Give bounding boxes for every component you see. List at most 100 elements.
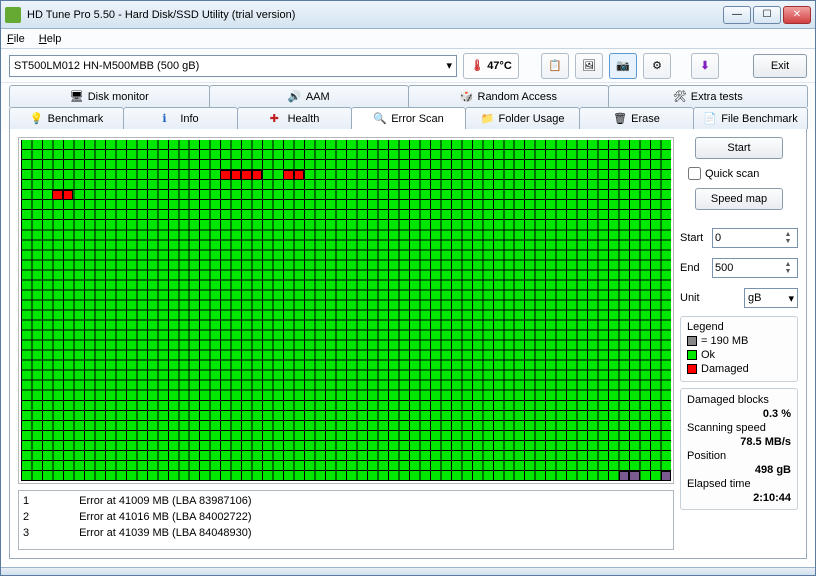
toolbar-camera-button[interactable]: 📷 — [609, 53, 637, 79]
tab-row-bottom: 💡Benchmark ℹInfo ✚Health 🔍Error Scan 📁Fo… — [9, 107, 807, 129]
elapsed-value: 2:10:44 — [687, 492, 791, 504]
damaged-block — [220, 170, 230, 180]
speaker-icon: 🔊 — [288, 90, 302, 104]
damaged-block — [241, 170, 251, 180]
position-label: Position — [687, 450, 791, 462]
monitor-icon: 🖥 — [70, 90, 84, 104]
disk-select-value: ST500LM012 HN-M500MBB (500 gB) — [14, 60, 199, 72]
toolbar-options-button[interactable]: ⚙ — [643, 53, 671, 79]
toolbar-copy-button[interactable]: 📋 — [541, 53, 569, 79]
camera-icon: 📷 — [616, 59, 630, 72]
purple-block — [661, 471, 671, 481]
start-button[interactable]: Start — [695, 137, 783, 159]
legend-ok-icon — [687, 350, 697, 360]
window-buttons: — ☐ ✕ — [723, 6, 811, 24]
legend-panel: Legend = 190 MB Ok Damaged — [680, 316, 798, 382]
damaged-block — [231, 170, 241, 180]
tab-disk-monitor[interactable]: 🖥Disk monitor — [9, 85, 210, 107]
titlebar: HD Tune Pro 5.50 - Hard Disk/SSD Utility… — [1, 1, 815, 29]
stats-panel: Damaged blocks 0.3 % Scanning speed 78.5… — [680, 388, 798, 510]
scanning-speed-label: Scanning speed — [687, 422, 791, 434]
damaged-blocks-value: 0.3 % — [687, 408, 791, 420]
end-field-row: End 500▲▼ — [680, 258, 798, 278]
tab-benchmark[interactable]: 💡Benchmark — [9, 107, 124, 129]
unit-field-row: Unit gB▾ — [680, 288, 798, 308]
quick-scan-row: Quick scan — [688, 167, 790, 180]
content-panel: 1Error at 41009 MB (LBA 83987106) 2Error… — [9, 129, 807, 559]
unit-label: Unit — [680, 292, 708, 304]
menubar: File Help — [1, 29, 815, 49]
elapsed-label: Elapsed time — [687, 478, 791, 490]
exit-button[interactable]: Exit — [753, 54, 807, 78]
tab-erase[interactable]: 🗑Erase — [579, 107, 694, 129]
temperature-value: 47°C — [487, 60, 512, 72]
tab-health[interactable]: ✚Health — [237, 107, 352, 129]
scan-grid — [21, 140, 671, 481]
app-window: HD Tune Pro 5.50 - Hard Disk/SSD Utility… — [0, 0, 816, 576]
damaged-block — [52, 190, 62, 200]
screenshot-icon: 🖼 — [582, 59, 596, 72]
unit-select[interactable]: gB▾ — [744, 288, 798, 308]
toolbar: ST500LM012 HN-M500MBB (500 gB) ▾ 🌡 47°C … — [1, 49, 815, 83]
trash-icon: 🗑 — [613, 112, 627, 126]
bulb-icon: 💡 — [30, 112, 44, 126]
temperature-badge: 🌡 47°C — [463, 53, 519, 79]
tab-row-top: 🖥Disk monitor 🔊AAM 🎲Random Access 🛠Extra… — [9, 85, 807, 107]
scanning-speed-value: 78.5 MB/s — [687, 436, 791, 448]
maximize-button[interactable]: ☐ — [753, 6, 781, 24]
info-icon: ℹ — [162, 112, 176, 126]
search-icon: 🔍 — [373, 112, 387, 126]
error-list[interactable]: 1Error at 41009 MB (LBA 83987106) 2Error… — [18, 490, 674, 550]
close-button[interactable]: ✕ — [783, 6, 811, 24]
disk-select[interactable]: ST500LM012 HN-M500MBB (500 gB) ▾ — [9, 55, 457, 77]
tab-info[interactable]: ℹInfo — [123, 107, 238, 129]
spinner-arrows[interactable]: ▲▼ — [781, 231, 795, 245]
tools-icon: 🛠 — [673, 90, 687, 104]
legend-damaged-icon — [687, 364, 697, 374]
tabs-area: 🖥Disk monitor 🔊AAM 🎲Random Access 🛠Extra… — [1, 83, 815, 129]
spinner-arrows[interactable]: ▲▼ — [781, 261, 795, 275]
purple-block — [619, 471, 629, 481]
download-icon: ⬇ — [700, 59, 709, 72]
tab-error-scan[interactable]: 🔍Error Scan — [351, 107, 466, 129]
tab-random-access[interactable]: 🎲Random Access — [408, 85, 609, 107]
tab-folder-usage[interactable]: 📁Folder Usage — [465, 107, 580, 129]
health-icon: ✚ — [270, 112, 284, 126]
menu-file[interactable]: File — [7, 33, 25, 45]
toolbar-screenshot-button[interactable]: 🖼 — [575, 53, 603, 79]
window-title: HD Tune Pro 5.50 - Hard Disk/SSD Utility… — [27, 9, 723, 21]
file-icon: 📄 — [703, 112, 717, 126]
legend-block-icon — [687, 336, 697, 346]
error-row: 1Error at 41009 MB (LBA 83987106) — [23, 493, 669, 509]
chevron-down-icon: ▾ — [788, 292, 794, 305]
quick-scan-checkbox[interactable] — [688, 167, 701, 180]
scan-grid-panel — [18, 137, 674, 484]
tab-file-benchmark[interactable]: 📄File Benchmark — [693, 107, 808, 129]
tab-extra-tests[interactable]: 🛠Extra tests — [608, 85, 809, 107]
damaged-block — [63, 190, 73, 200]
damaged-blocks-label: Damaged blocks — [687, 394, 791, 406]
left-column: 1Error at 41009 MB (LBA 83987106) 2Error… — [18, 137, 674, 550]
damaged-block — [283, 170, 293, 180]
speed-map-button[interactable]: Speed map — [695, 188, 783, 210]
purple-block — [629, 471, 639, 481]
start-label: Start — [680, 232, 708, 244]
menu-help[interactable]: Help — [39, 33, 62, 45]
app-icon — [5, 7, 21, 23]
tab-aam[interactable]: 🔊AAM — [209, 85, 410, 107]
start-field-row: Start 0▲▼ — [680, 228, 798, 248]
random-icon: 🎲 — [460, 90, 474, 104]
toolbar-download-button[interactable]: ⬇ — [691, 53, 719, 79]
thermometer-icon: 🌡 — [470, 59, 484, 72]
position-value: 498 gB — [687, 464, 791, 476]
gear-icon: ⚙ — [652, 59, 662, 72]
damaged-block — [252, 170, 262, 180]
right-column: Start Quick scan Speed map Start 0▲▼ End… — [680, 137, 798, 550]
copy-icon: 📋 — [548, 59, 562, 72]
error-row: 3Error at 41039 MB (LBA 84048930) — [23, 525, 669, 541]
legend-title: Legend — [687, 321, 791, 333]
end-input[interactable]: 500▲▼ — [712, 258, 798, 278]
minimize-button[interactable]: — — [723, 6, 751, 24]
start-input[interactable]: 0▲▼ — [712, 228, 798, 248]
end-label: End — [680, 262, 708, 274]
